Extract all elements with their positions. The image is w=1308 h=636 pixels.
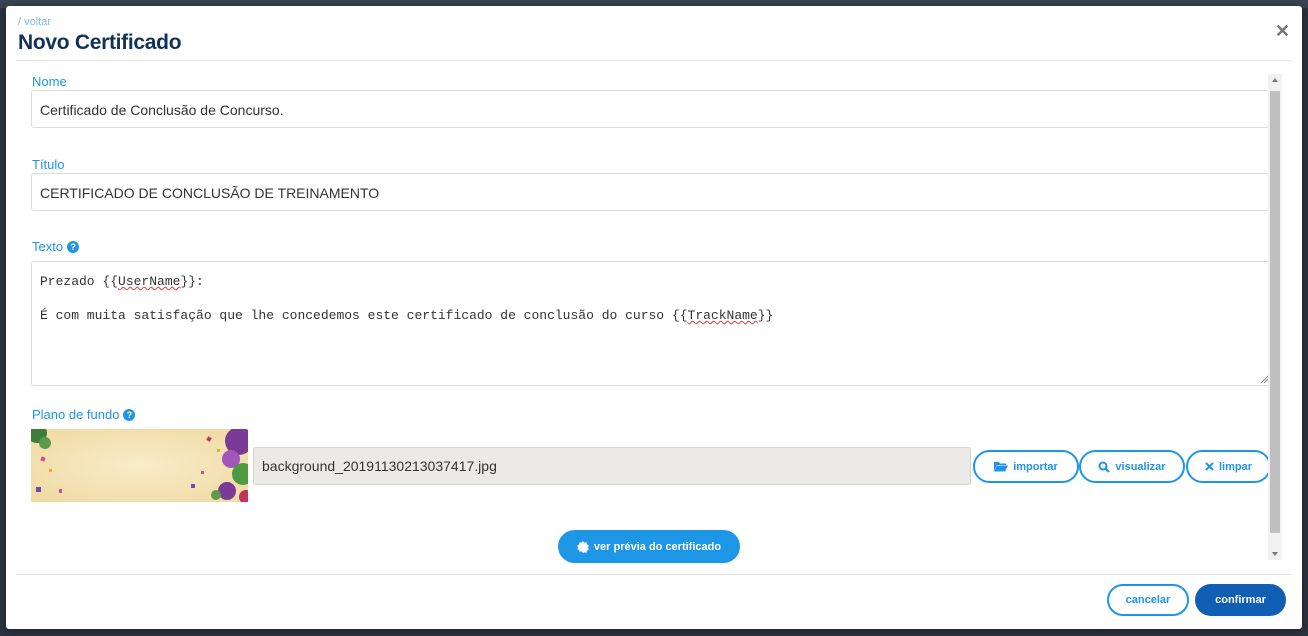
certificate-badge-icon	[576, 540, 589, 553]
preview-certificate-button[interactable]: ver prévia do certificado	[558, 530, 740, 563]
texto-line-2: É com muita satisfação que lhe concedemo…	[40, 308, 1262, 325]
x-icon	[1205, 462, 1214, 471]
scroll-up-icon[interactable]	[1272, 78, 1278, 82]
form-content: Nome Certificado de Conclusão de Concurs…	[31, 62, 1271, 563]
view-button-label: visualizar	[1115, 460, 1166, 473]
trackname-placeholder: TrackName	[687, 308, 758, 323]
titulo-label: Título	[32, 157, 65, 172]
preview-button-label: ver prévia do certificado	[593, 540, 722, 553]
footer-divider	[16, 574, 1292, 575]
background-thumbnail	[31, 429, 248, 502]
scrollbar-thumb[interactable]	[1270, 91, 1280, 533]
import-button-label: importar	[1013, 460, 1058, 473]
nome-label: Nome	[32, 74, 67, 89]
username-placeholder: UserName	[118, 274, 181, 289]
background-label-text: Plano de fundo	[32, 407, 120, 422]
scroll-down-icon[interactable]	[1272, 552, 1278, 556]
modal-title: Novo Certificado	[18, 31, 182, 54]
import-button[interactable]: importar	[973, 450, 1079, 483]
background-label: Plano de fundo?	[32, 407, 136, 422]
clear-button[interactable]: limpar	[1186, 450, 1271, 483]
view-button[interactable]: visualizar	[1079, 450, 1185, 483]
folder-open-icon	[994, 462, 1009, 472]
texto-line-1: Prezado {{UserName}}:	[40, 274, 1262, 291]
texto-label-text: Texto	[32, 239, 64, 254]
header-divider	[16, 60, 1292, 61]
confirm-button[interactable]: confirmar	[1195, 584, 1286, 616]
cancel-button[interactable]: cancelar	[1107, 584, 1189, 616]
new-certificate-modal: / voltar Novo Certificado ✕ Nome Certifi…	[6, 6, 1302, 629]
clear-button-label: limpar	[1218, 460, 1252, 473]
titulo-input[interactable]: CERTIFICADO DE CONCLUSÃO DE TREINAMENTO	[31, 173, 1269, 211]
back-link[interactable]: / voltar	[18, 16, 51, 28]
texto-line-1-suffix: }}:	[180, 274, 204, 289]
close-icon[interactable]: ✕	[1275, 21, 1290, 42]
texto-line-2-prefix: É com muita satisfação que lhe concedemo…	[40, 308, 688, 323]
background-filename-field: background_20191130213037417.jpg	[253, 447, 971, 485]
help-icon[interactable]: ?	[67, 241, 80, 253]
texto-blank-line	[40, 291, 1262, 308]
nome-input[interactable]: Certificado de Conclusão de Concurso.	[31, 90, 1269, 128]
search-icon	[1098, 461, 1111, 473]
texto-line-2-suffix: }}	[757, 308, 774, 323]
texto-label: Texto?	[32, 239, 80, 254]
help-icon[interactable]: ?	[123, 409, 136, 421]
resize-handle-icon[interactable]	[1260, 375, 1268, 383]
texto-textarea[interactable]: Prezado {{UserName}}: É com muita satisf…	[31, 261, 1271, 386]
content-scrollbar[interactable]	[1268, 74, 1282, 560]
texto-line-1-prefix: Prezado {{	[40, 274, 119, 289]
